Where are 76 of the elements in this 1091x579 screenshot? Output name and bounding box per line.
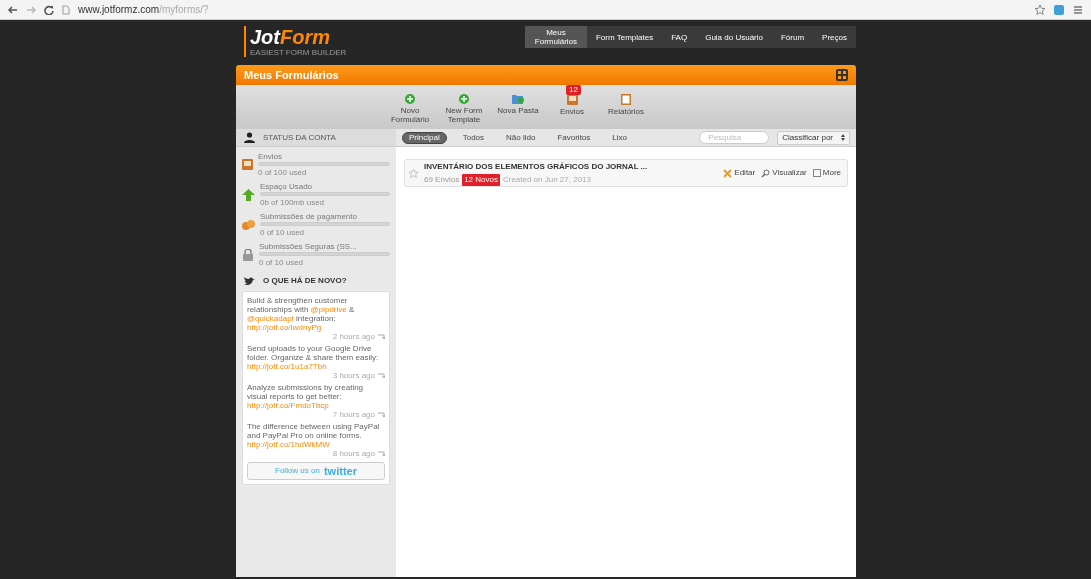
- arrow-up-icon: [242, 188, 255, 201]
- folder-icon: [512, 94, 524, 104]
- usage-text: 0b of 100mb used: [260, 198, 326, 207]
- user-icon: [244, 132, 255, 143]
- nav-tab[interactable]: Preços: [813, 26, 856, 48]
- search-field[interactable]: Pesquisa: [699, 131, 770, 144]
- square-icon: [812, 169, 821, 177]
- nav-tab[interactable]: FAQ: [662, 26, 697, 48]
- page-icon: [62, 4, 70, 15]
- filter-tab[interactable]: Lixo: [606, 131, 633, 144]
- nav-tab[interactable]: Guia do Usuário: [696, 26, 772, 48]
- nav-tab[interactable]: Form Templates: [586, 26, 663, 48]
- toolbar-button[interactable]: Novo Formulário: [386, 85, 434, 124]
- sort-arrows-icon: [841, 134, 845, 141]
- menu-icon[interactable]: [1073, 4, 1083, 15]
- document-icon: [621, 94, 631, 105]
- filter-tab[interactable]: Principal: [402, 131, 447, 144]
- tweet-time: 7 hours ago: [332, 410, 375, 419]
- toolbar-button[interactable]: Nova Pasta: [494, 85, 542, 115]
- toolbar-button[interactable]: Envios 12: [548, 85, 596, 116]
- new-badge: 12 Novos: [462, 173, 500, 186]
- retweet-icon[interactable]: [378, 333, 385, 340]
- grid-icon[interactable]: [836, 69, 848, 81]
- bird-icon: [244, 276, 255, 286]
- back-icon[interactable]: [8, 5, 18, 14]
- created-date: Created on Jun 27, 2013: [502, 173, 591, 186]
- coins-icon: [242, 218, 255, 231]
- inbox-icon: [242, 159, 253, 170]
- tweet-time: 8 hours ago: [332, 449, 375, 458]
- tweet-text: Send uploads to your Google Drive folder. Organize & share them easily:: [247, 344, 380, 362]
- count-badge: 12: [566, 85, 581, 95]
- usage-text: 0 of 100 used: [258, 168, 308, 177]
- action-button[interactable]: More: [810, 166, 843, 180]
- filter-tab[interactable]: Não lido: [500, 131, 542, 144]
- retweet-icon[interactable]: [378, 450, 385, 457]
- form-row[interactable]: INVENTÁRIO DOS ELEMENTOS GRÁFICOS DO JORNAL ... 69 Envios 12 Novos Created on Jun 27, 2013 Editar Visualizar More: [404, 159, 848, 187]
- usage-label: Submissões Seguras (SS...: [259, 242, 358, 251]
- usage-text: 0 of 10 used: [260, 228, 306, 237]
- usage-text: 0 of 10 used: [259, 258, 305, 267]
- star-icon[interactable]: [1035, 4, 1045, 15]
- reload-icon[interactable]: [44, 4, 54, 15]
- retweet-icon[interactable]: [378, 372, 385, 379]
- panel-header: Meus Formulários: [236, 65, 856, 85]
- padlock-icon: [242, 248, 254, 261]
- filter-tab[interactable]: Todos: [456, 131, 491, 144]
- filter-tab[interactable]: Favoritos: [551, 131, 597, 144]
- tweet-text: Build & strengthen customer relationships with @pipdrive & @quickadapt integration:: [247, 296, 356, 323]
- toolbar-button[interactable]: New Form Template: [440, 85, 488, 124]
- toolbar-button[interactable]: Relatórios: [602, 85, 650, 116]
- usage-label: Envios: [258, 152, 283, 161]
- tweet-time: 3 hours ago: [332, 371, 375, 380]
- section-title: STATUS DA CONTA: [263, 131, 336, 144]
- magnifier-icon: [761, 168, 771, 178]
- extension-icon[interactable]: [1053, 3, 1065, 16]
- tweet-text: Analyze submissions by creating visual reports to get better:: [247, 383, 365, 401]
- form-title[interactable]: INVENTÁRIO DOS ELEMENTOS GRÁFICOS DO JORNAL ...: [424, 160, 648, 173]
- usage-label: Espaço Usado: [260, 182, 314, 191]
- cross-icon: [723, 168, 733, 178]
- sort-dropdown[interactable]: Classificar por: [777, 130, 850, 145]
- tweet-text: The difference between using PayPal and PayPal Pro on online forms.: [247, 422, 381, 440]
- tweet-time: 2 hours ago: [332, 332, 375, 341]
- plus-icon: [459, 94, 469, 104]
- plus-icon: [405, 94, 415, 104]
- address-bar[interactable]: www.jotformz.com/myforms/?: [78, 2, 209, 17]
- jotform-logo[interactable]: JotForm EASIEST FORM BUILDER: [250, 26, 347, 57]
- nav-tab[interactable]: Meus Formulários: [524, 26, 587, 48]
- forward-icon[interactable]: [26, 5, 36, 14]
- usage-label: Submissões de pagamento: [260, 212, 358, 221]
- star-icon[interactable]: [409, 168, 418, 178]
- action-button[interactable]: Visualizar: [759, 166, 809, 180]
- section-title: O QUE HÁ DE NOVO?: [263, 275, 347, 287]
- retweet-icon[interactable]: [378, 411, 385, 418]
- inbox-icon: [566, 94, 578, 105]
- action-button[interactable]: Editar: [721, 166, 758, 180]
- submission-count: 69 Envios: [424, 173, 460, 186]
- nav-tab[interactable]: Fórum: [771, 26, 814, 48]
